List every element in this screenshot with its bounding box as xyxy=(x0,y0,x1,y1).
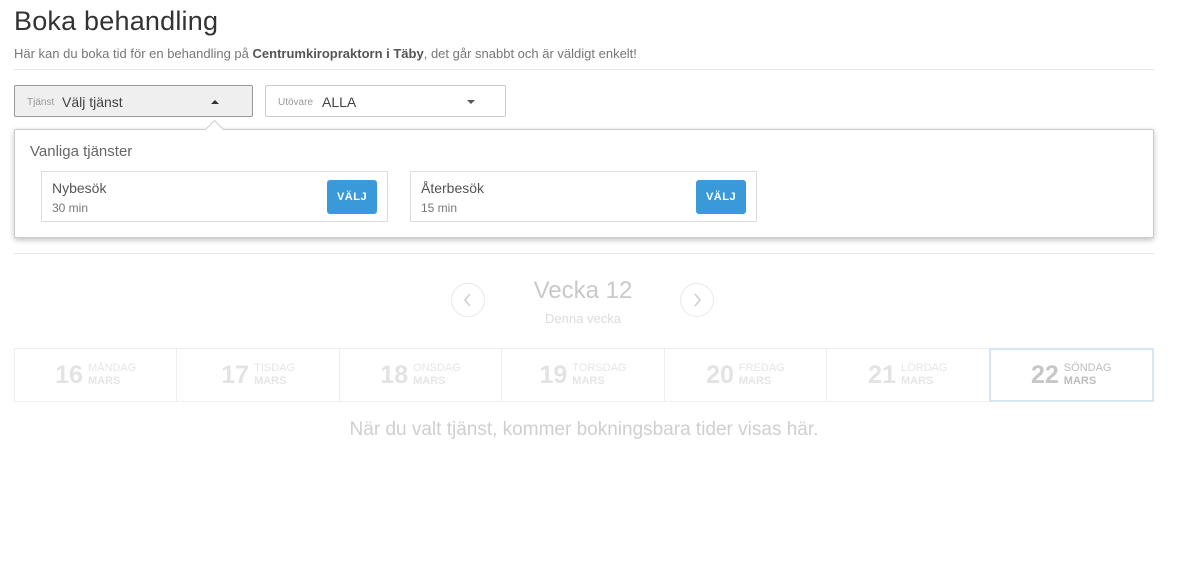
day-number: 19 xyxy=(539,360,568,389)
day-number: 16 xyxy=(55,360,83,389)
prev-week-button[interactable] xyxy=(451,283,485,317)
subtitle-text: Här kan du boka tid för en behandling på xyxy=(14,46,253,61)
day-month: MARS xyxy=(900,375,934,387)
service-duration: 15 min xyxy=(421,201,458,215)
day-name: LÖRDAG xyxy=(900,362,948,374)
subtitle-text-end: , det går snabbt och är väldigt enkelt! xyxy=(423,46,637,61)
service-select-label: Tjänst xyxy=(27,97,55,108)
day-number: 20 xyxy=(706,360,734,389)
day-name: TORSDAG xyxy=(572,362,627,374)
week-subtitle: Denna vecka xyxy=(545,311,621,326)
day-name: FREDAG xyxy=(738,362,785,374)
day-month: MARS xyxy=(1063,375,1097,387)
dropdown-pointer xyxy=(204,119,224,130)
practitioner-select-value: ALLA xyxy=(322,94,357,110)
day-selector: 16 MÅNDAG MARS 17 TISDAG MARS 18 ONSDAG MARS 1… xyxy=(14,348,1154,402)
day-wednesday[interactable]: 18 ONSDAG MARS xyxy=(340,349,503,401)
service-dropdown: Vanliga tjänster Nybesök 30 min VÄLJ Åte… xyxy=(14,129,1154,238)
day-tuesday[interactable]: 17 TISDAG MARS xyxy=(177,349,340,401)
next-week-button[interactable] xyxy=(680,283,714,317)
day-month: MARS xyxy=(87,375,121,387)
day-number: 22 xyxy=(1030,360,1059,389)
day-number: 18 xyxy=(380,360,409,389)
chevron-left-icon xyxy=(463,293,471,307)
day-sunday[interactable]: 22 SÖNDAG MARS xyxy=(988,348,1154,402)
caret-up-icon xyxy=(211,100,219,104)
service-card-aterbesok: Återbesök 15 min VÄLJ xyxy=(410,171,757,222)
clinic-name: Centrumkiropraktorn i Täby xyxy=(252,46,424,61)
day-month: MARS xyxy=(413,375,446,387)
day-number: 17 xyxy=(221,360,250,389)
empty-times-message: När du valt tjänst, kommer bokningsbara … xyxy=(349,419,819,440)
day-month: MARS xyxy=(254,375,287,387)
choose-nybesok-button[interactable]: VÄLJ xyxy=(327,180,377,214)
day-number: 21 xyxy=(868,360,896,389)
section-divider xyxy=(14,253,1154,254)
practitioner-select[interactable]: Utövare ALLA xyxy=(265,85,506,117)
day-monday[interactable]: 16 MÅNDAG MARS xyxy=(15,349,178,401)
day-thursday[interactable]: 19 TORSDAG MARS xyxy=(502,349,665,401)
day-name: ONSDAG xyxy=(413,362,461,374)
service-select-value: Välj tjänst xyxy=(62,94,123,110)
service-name: Nybesök xyxy=(52,180,107,196)
day-name: TISDAG xyxy=(254,362,296,374)
week-title: Vecka 12 xyxy=(533,277,633,304)
day-name: MÅNDAG xyxy=(87,362,137,374)
page-subtitle: Här kan du boka tid för en behandling på… xyxy=(14,46,637,61)
day-month: MARS xyxy=(572,375,605,387)
day-friday[interactable]: 20 FREDAG MARS xyxy=(665,349,828,401)
header-divider xyxy=(14,69,1154,70)
dropdown-heading: Vanliga tjänster xyxy=(30,143,133,160)
day-saturday[interactable]: 21 LÖRDAG MARS xyxy=(827,349,990,401)
chevron-right-icon xyxy=(694,293,702,307)
service-duration: 30 min xyxy=(52,201,89,215)
day-name: SÖNDAG xyxy=(1063,362,1112,374)
practitioner-select-label: Utövare xyxy=(278,97,314,108)
day-month: MARS xyxy=(738,375,772,387)
service-card-nybesok: Nybesök 30 min VÄLJ xyxy=(41,171,388,222)
service-name: Återbesök xyxy=(421,180,485,196)
page-title: Boka behandling xyxy=(14,6,219,36)
service-select[interactable]: Tjänst Välj tjänst xyxy=(14,85,253,117)
choose-aterbesok-button[interactable]: VÄLJ xyxy=(696,180,746,214)
caret-down-icon xyxy=(467,100,475,104)
